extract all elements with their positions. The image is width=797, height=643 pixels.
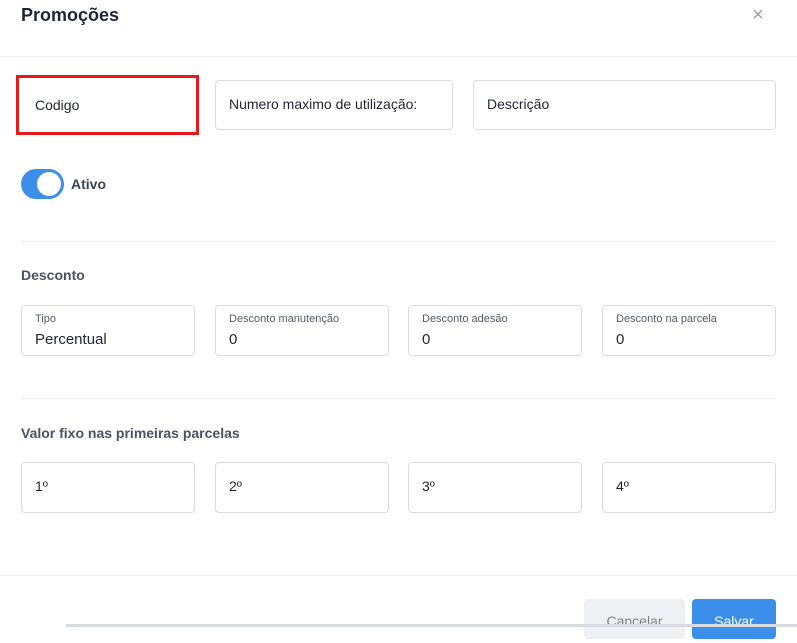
desconto-adesao-input[interactable]: Desconto adesão 0 bbox=[408, 305, 582, 356]
description-placeholder: Descrição bbox=[487, 96, 550, 112]
parcela-1-input[interactable]: 1º bbox=[21, 462, 195, 513]
modal-title: Promoções bbox=[21, 5, 120, 25]
parcela-2-input[interactable]: 2º bbox=[215, 462, 389, 513]
promocoes-modal: Promoções × Codigo Numero maximo de util… bbox=[0, 0, 797, 639]
toggle-knob bbox=[37, 172, 61, 196]
parcela-2-placeholder: 2º bbox=[229, 478, 242, 494]
parcela-3-placeholder: 3º bbox=[422, 478, 435, 494]
tipo-label: Tipo bbox=[35, 313, 56, 325]
codigo-placeholder: Codigo bbox=[35, 97, 80, 113]
desconto-adesao-value: 0 bbox=[422, 331, 431, 348]
divider bbox=[21, 398, 776, 399]
parcela-1-placeholder: 1º bbox=[35, 478, 48, 494]
description-input[interactable]: Descrição bbox=[473, 80, 776, 130]
codigo-input[interactable]: Codigo bbox=[16, 75, 199, 135]
desconto-manutencao-label: Desconto manutenção bbox=[229, 313, 340, 325]
tipo-select[interactable]: Tipo Percentual bbox=[21, 305, 195, 356]
desconto-parcela-input[interactable]: Desconto na parcela 0 bbox=[602, 305, 776, 356]
desconto-title: Desconto bbox=[21, 267, 85, 283]
desconto-manutencao-value: 0 bbox=[229, 331, 238, 348]
desconto-manutencao-input[interactable]: Desconto manutenção 0 bbox=[215, 305, 389, 356]
desconto-parcela-label: Desconto na parcela bbox=[616, 313, 717, 325]
parcela-4-input[interactable]: 4º bbox=[602, 462, 776, 513]
desconto-parcela-value: 0 bbox=[616, 331, 625, 348]
ativo-label: Ativo bbox=[71, 176, 106, 192]
valor-fixo-title: Valor fixo nas primeiras parcelas bbox=[21, 425, 240, 441]
parcela-4-placeholder: 4º bbox=[616, 478, 629, 494]
cancel-button[interactable]: Cancelar bbox=[584, 599, 685, 639]
tipo-value: Percentual bbox=[35, 331, 107, 348]
desconto-adesao-label: Desconto adesão bbox=[422, 313, 508, 325]
ativo-toggle[interactable] bbox=[21, 169, 64, 199]
max-uses-input[interactable]: Numero maximo de utilização: bbox=[215, 80, 453, 130]
footer-divider bbox=[0, 575, 797, 576]
close-icon[interactable]: × bbox=[749, 5, 767, 25]
save-button[interactable]: Salvar bbox=[692, 599, 776, 639]
max-uses-placeholder: Numero maximo de utilização: bbox=[229, 96, 418, 112]
divider bbox=[21, 241, 776, 242]
parcela-3-input[interactable]: 3º bbox=[408, 462, 582, 513]
modal-header: Promoções × bbox=[0, 0, 797, 57]
